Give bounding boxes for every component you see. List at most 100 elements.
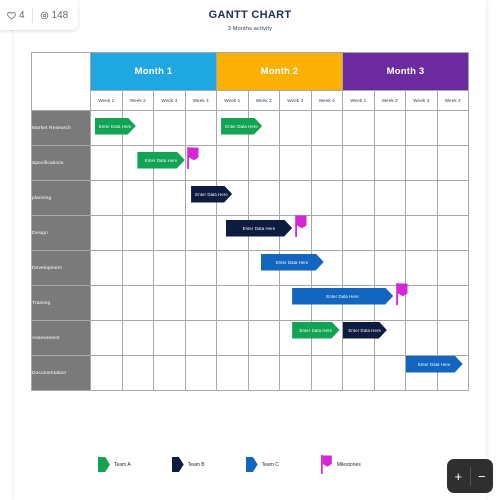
grid-cell[interactable] <box>121 355 154 391</box>
grid-cell[interactable] <box>310 145 343 181</box>
grid-cell[interactable] <box>405 180 438 216</box>
grid-cell[interactable] <box>405 215 438 251</box>
grid-cell[interactable] <box>216 355 249 391</box>
task-bar[interactable]: Enter Data Here <box>137 152 184 169</box>
grid-cell[interactable] <box>90 180 123 216</box>
task-bar[interactable]: Enter Data Here <box>343 322 387 339</box>
row-label-documentation[interactable]: Documentation <box>31 355 91 391</box>
grid-cell[interactable] <box>436 250 469 286</box>
grid-cell[interactable] <box>153 215 186 251</box>
milestone-flag-icon[interactable] <box>186 147 200 169</box>
grid-cell[interactable] <box>153 250 186 286</box>
grid-cell[interactable] <box>247 320 280 356</box>
grid-cell[interactable] <box>310 215 343 251</box>
task-bar[interactable]: Enter Data Here <box>226 220 292 237</box>
view-stat[interactable]: 148 <box>33 10 76 21</box>
grid-cell[interactable] <box>184 285 217 321</box>
grid-cell[interactable] <box>405 250 438 286</box>
grid-cell[interactable] <box>436 180 469 216</box>
legend-item-team-b[interactable]: Team B <box>171 457 205 472</box>
grid-cell[interactable] <box>342 180 375 216</box>
grid-cell[interactable] <box>373 215 406 251</box>
row-label-market-research[interactable]: Market Research <box>31 110 91 146</box>
grid-cell[interactable] <box>247 180 280 216</box>
grid-cell[interactable] <box>121 180 154 216</box>
grid-cell[interactable] <box>342 110 375 146</box>
legend-item-milestones[interactable]: Milestones <box>320 455 361 474</box>
grid-cell[interactable] <box>121 285 154 321</box>
grid-cell[interactable] <box>216 250 249 286</box>
zoom-in-button[interactable]: + <box>447 470 470 483</box>
grid-cell[interactable] <box>279 180 312 216</box>
grid-cell[interactable] <box>405 320 438 356</box>
grid-cell[interactable] <box>310 180 343 216</box>
grid-cell[interactable] <box>436 110 469 146</box>
grid-cell[interactable] <box>310 355 343 391</box>
grid-cell[interactable] <box>153 285 186 321</box>
row-label-planning[interactable]: planning <box>31 180 91 216</box>
grid-cell[interactable] <box>184 355 217 391</box>
grid-cell[interactable] <box>436 215 469 251</box>
grid-cell[interactable] <box>153 110 186 146</box>
grid-cell[interactable] <box>342 215 375 251</box>
grid-cell[interactable] <box>342 355 375 391</box>
legend-item-team-c[interactable]: Team C <box>245 457 279 472</box>
grid-cell[interactable] <box>90 320 123 356</box>
grid-cell[interactable] <box>279 145 312 181</box>
grid-cell[interactable] <box>405 285 438 321</box>
grid-cell[interactable] <box>216 320 249 356</box>
row-label-design[interactable]: Design <box>31 215 91 251</box>
milestone-flag-icon[interactable] <box>294 215 308 237</box>
grid-cell[interactable] <box>279 355 312 391</box>
task-bar[interactable]: Enter Data Here <box>191 186 232 203</box>
task-bar[interactable]: Enter Data Here <box>95 118 136 135</box>
grid-cell[interactable] <box>184 215 217 251</box>
grid-cell[interactable] <box>90 355 123 391</box>
grid-cell[interactable] <box>153 355 186 391</box>
grid-cell[interactable] <box>373 145 406 181</box>
grid-cell[interactable] <box>405 110 438 146</box>
grid-cell[interactable] <box>121 320 154 356</box>
grid-cell[interactable] <box>247 355 280 391</box>
grid-cell[interactable] <box>247 145 280 181</box>
grid-cell[interactable] <box>247 285 280 321</box>
grid-cell[interactable] <box>121 250 154 286</box>
grid-cell[interactable] <box>436 320 469 356</box>
grid-cell[interactable] <box>310 110 343 146</box>
task-bar[interactable]: Enter Data Here <box>292 322 339 339</box>
like-stat[interactable]: 4 <box>0 10 32 21</box>
zoom-out-button[interactable]: − <box>471 470 494 483</box>
grid-cell[interactable] <box>121 215 154 251</box>
grid-cell[interactable] <box>373 355 406 391</box>
task-bar[interactable]: Enter Data Here <box>292 288 393 305</box>
grid-cell[interactable] <box>90 250 123 286</box>
grid-cell[interactable] <box>279 110 312 146</box>
grid-cell[interactable] <box>342 250 375 286</box>
row-label-development[interactable]: Development <box>31 250 91 286</box>
grid-cell[interactable] <box>216 145 249 181</box>
grid-cell[interactable] <box>342 145 375 181</box>
row-label-training[interactable]: Training <box>31 285 91 321</box>
grid-cell[interactable] <box>90 285 123 321</box>
task-bar[interactable]: Enter Data Here <box>406 356 463 373</box>
grid-cell[interactable] <box>436 145 469 181</box>
grid-cell[interactable] <box>405 145 438 181</box>
milestone-flag-icon[interactable] <box>395 283 409 305</box>
grid-cell[interactable] <box>184 250 217 286</box>
task-bar[interactable]: Enter Data Here <box>221 118 262 135</box>
grid-cell[interactable] <box>436 285 469 321</box>
legend-item-team-a[interactable]: Team A <box>98 457 131 472</box>
row-label-assessment[interactable]: Assessment <box>31 320 91 356</box>
row-label-specifications[interactable]: Specifications <box>31 145 91 181</box>
grid-cell[interactable] <box>184 320 217 356</box>
grid-cell[interactable] <box>373 180 406 216</box>
grid-cell[interactable] <box>373 110 406 146</box>
task-bar[interactable]: Enter Data Here <box>261 254 324 271</box>
grid-cell[interactable] <box>373 250 406 286</box>
grid-cell[interactable] <box>153 180 186 216</box>
grid-cell[interactable] <box>90 145 123 181</box>
grid-cell[interactable] <box>90 215 123 251</box>
grid-cell[interactable] <box>184 110 217 146</box>
grid-cell[interactable] <box>216 285 249 321</box>
grid-cell[interactable] <box>153 320 186 356</box>
